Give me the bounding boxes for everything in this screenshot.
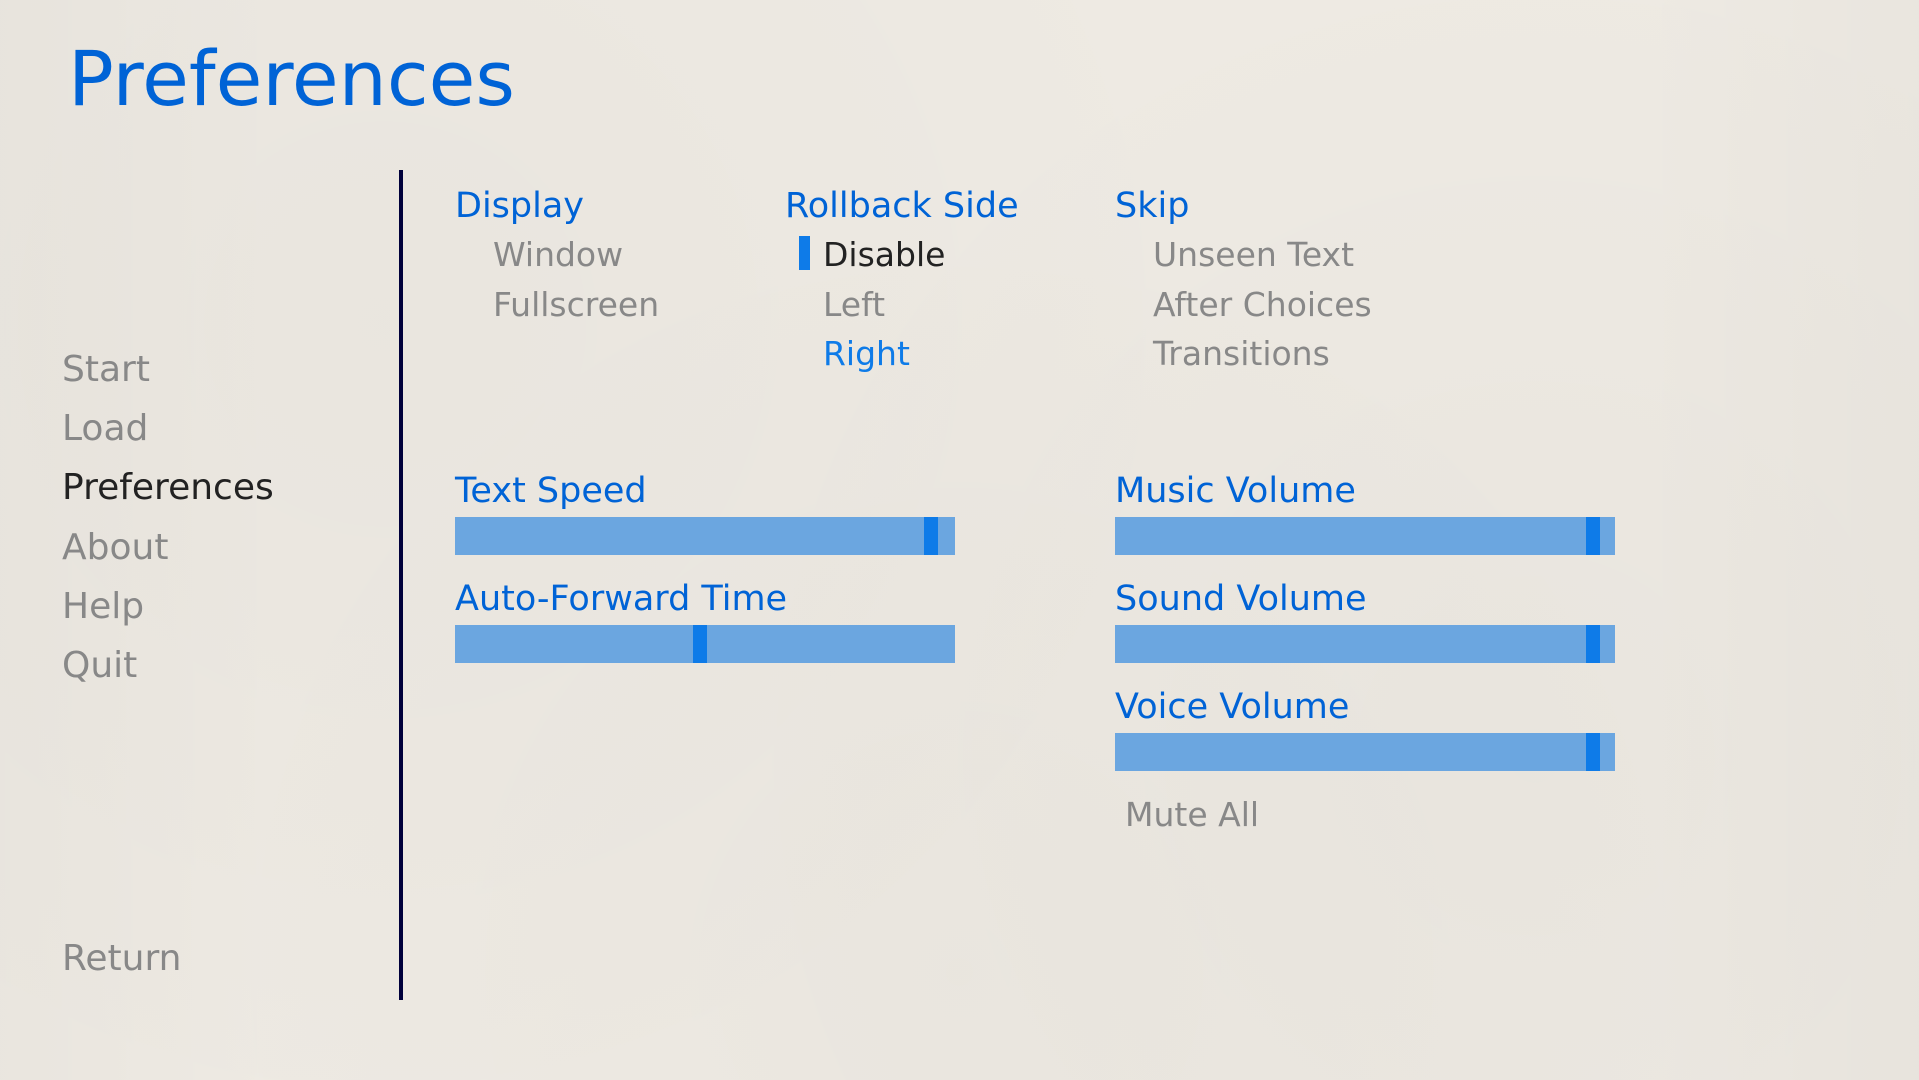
auto-forward-thumb[interactable] — [693, 625, 707, 663]
page-title: Preferences — [68, 34, 515, 123]
sound-volume-thumb[interactable] — [1586, 625, 1600, 663]
rollback-option-right[interactable]: Right — [823, 329, 1115, 379]
auto-forward-label: Auto-Forward Time — [455, 579, 1115, 619]
nav-start[interactable]: Start — [62, 348, 274, 391]
text-speed-slider[interactable] — [455, 517, 955, 555]
voice-volume-thumb[interactable] — [1586, 733, 1600, 771]
display-option-window[interactable]: Window — [493, 230, 785, 280]
auto-forward-group: Auto-Forward Time — [455, 579, 1115, 663]
sound-volume-slider[interactable] — [1115, 625, 1615, 663]
skip-option-unseen[interactable]: Unseen Text — [1153, 230, 1445, 280]
nav-load[interactable]: Load — [62, 407, 274, 450]
voice-volume-slider[interactable] — [1115, 733, 1615, 771]
nav-preferences[interactable]: Preferences — [62, 466, 274, 509]
text-speed-group: Text Speed — [455, 471, 1115, 555]
rollback-heading: Rollback Side — [785, 186, 1115, 226]
text-speed-label: Text Speed — [455, 471, 1115, 511]
main-nav: Start Load Preferences About Help Quit — [62, 348, 274, 687]
rollback-option-disable[interactable]: Disable — [823, 230, 1115, 280]
selected-tick-icon — [799, 236, 810, 270]
skip-group: Skip Unseen Text After Choices Transitio… — [1115, 186, 1445, 379]
nav-help[interactable]: Help — [62, 585, 274, 628]
nav-about[interactable]: About — [62, 526, 274, 569]
skip-option-after-choices[interactable]: After Choices — [1153, 280, 1445, 330]
text-speed-thumb[interactable] — [924, 517, 938, 555]
rollback-group: Rollback Side Disable Left Right — [785, 186, 1115, 379]
rollback-option-left[interactable]: Left — [823, 280, 1115, 330]
sliders-right: Music Volume Sound Volume Voice Volume M… — [1115, 471, 1675, 834]
skip-option-transitions[interactable]: Transitions — [1153, 329, 1445, 379]
nav-quit[interactable]: Quit — [62, 644, 274, 687]
nav-return[interactable]: Return — [62, 938, 181, 979]
display-heading: Display — [455, 186, 785, 226]
music-volume-slider[interactable] — [1115, 517, 1615, 555]
music-volume-label: Music Volume — [1115, 471, 1675, 511]
preferences-content: Display Window Fullscreen Rollback Side … — [455, 186, 1859, 834]
rollback-option-disable-label: Disable — [823, 235, 945, 274]
mute-all-button[interactable]: Mute All — [1125, 795, 1675, 834]
display-option-fullscreen[interactable]: Fullscreen — [493, 280, 785, 330]
auto-forward-slider[interactable] — [455, 625, 955, 663]
vertical-divider — [399, 170, 403, 1000]
display-group: Display Window Fullscreen — [455, 186, 785, 379]
sound-volume-label: Sound Volume — [1115, 579, 1675, 619]
voice-volume-label: Voice Volume — [1115, 687, 1675, 727]
skip-heading: Skip — [1115, 186, 1445, 226]
sound-volume-group: Sound Volume — [1115, 579, 1675, 663]
music-volume-thumb[interactable] — [1586, 517, 1600, 555]
sliders-left: Text Speed Auto-Forward Time — [455, 471, 1115, 834]
music-volume-group: Music Volume — [1115, 471, 1675, 555]
voice-volume-group: Voice Volume — [1115, 687, 1675, 771]
